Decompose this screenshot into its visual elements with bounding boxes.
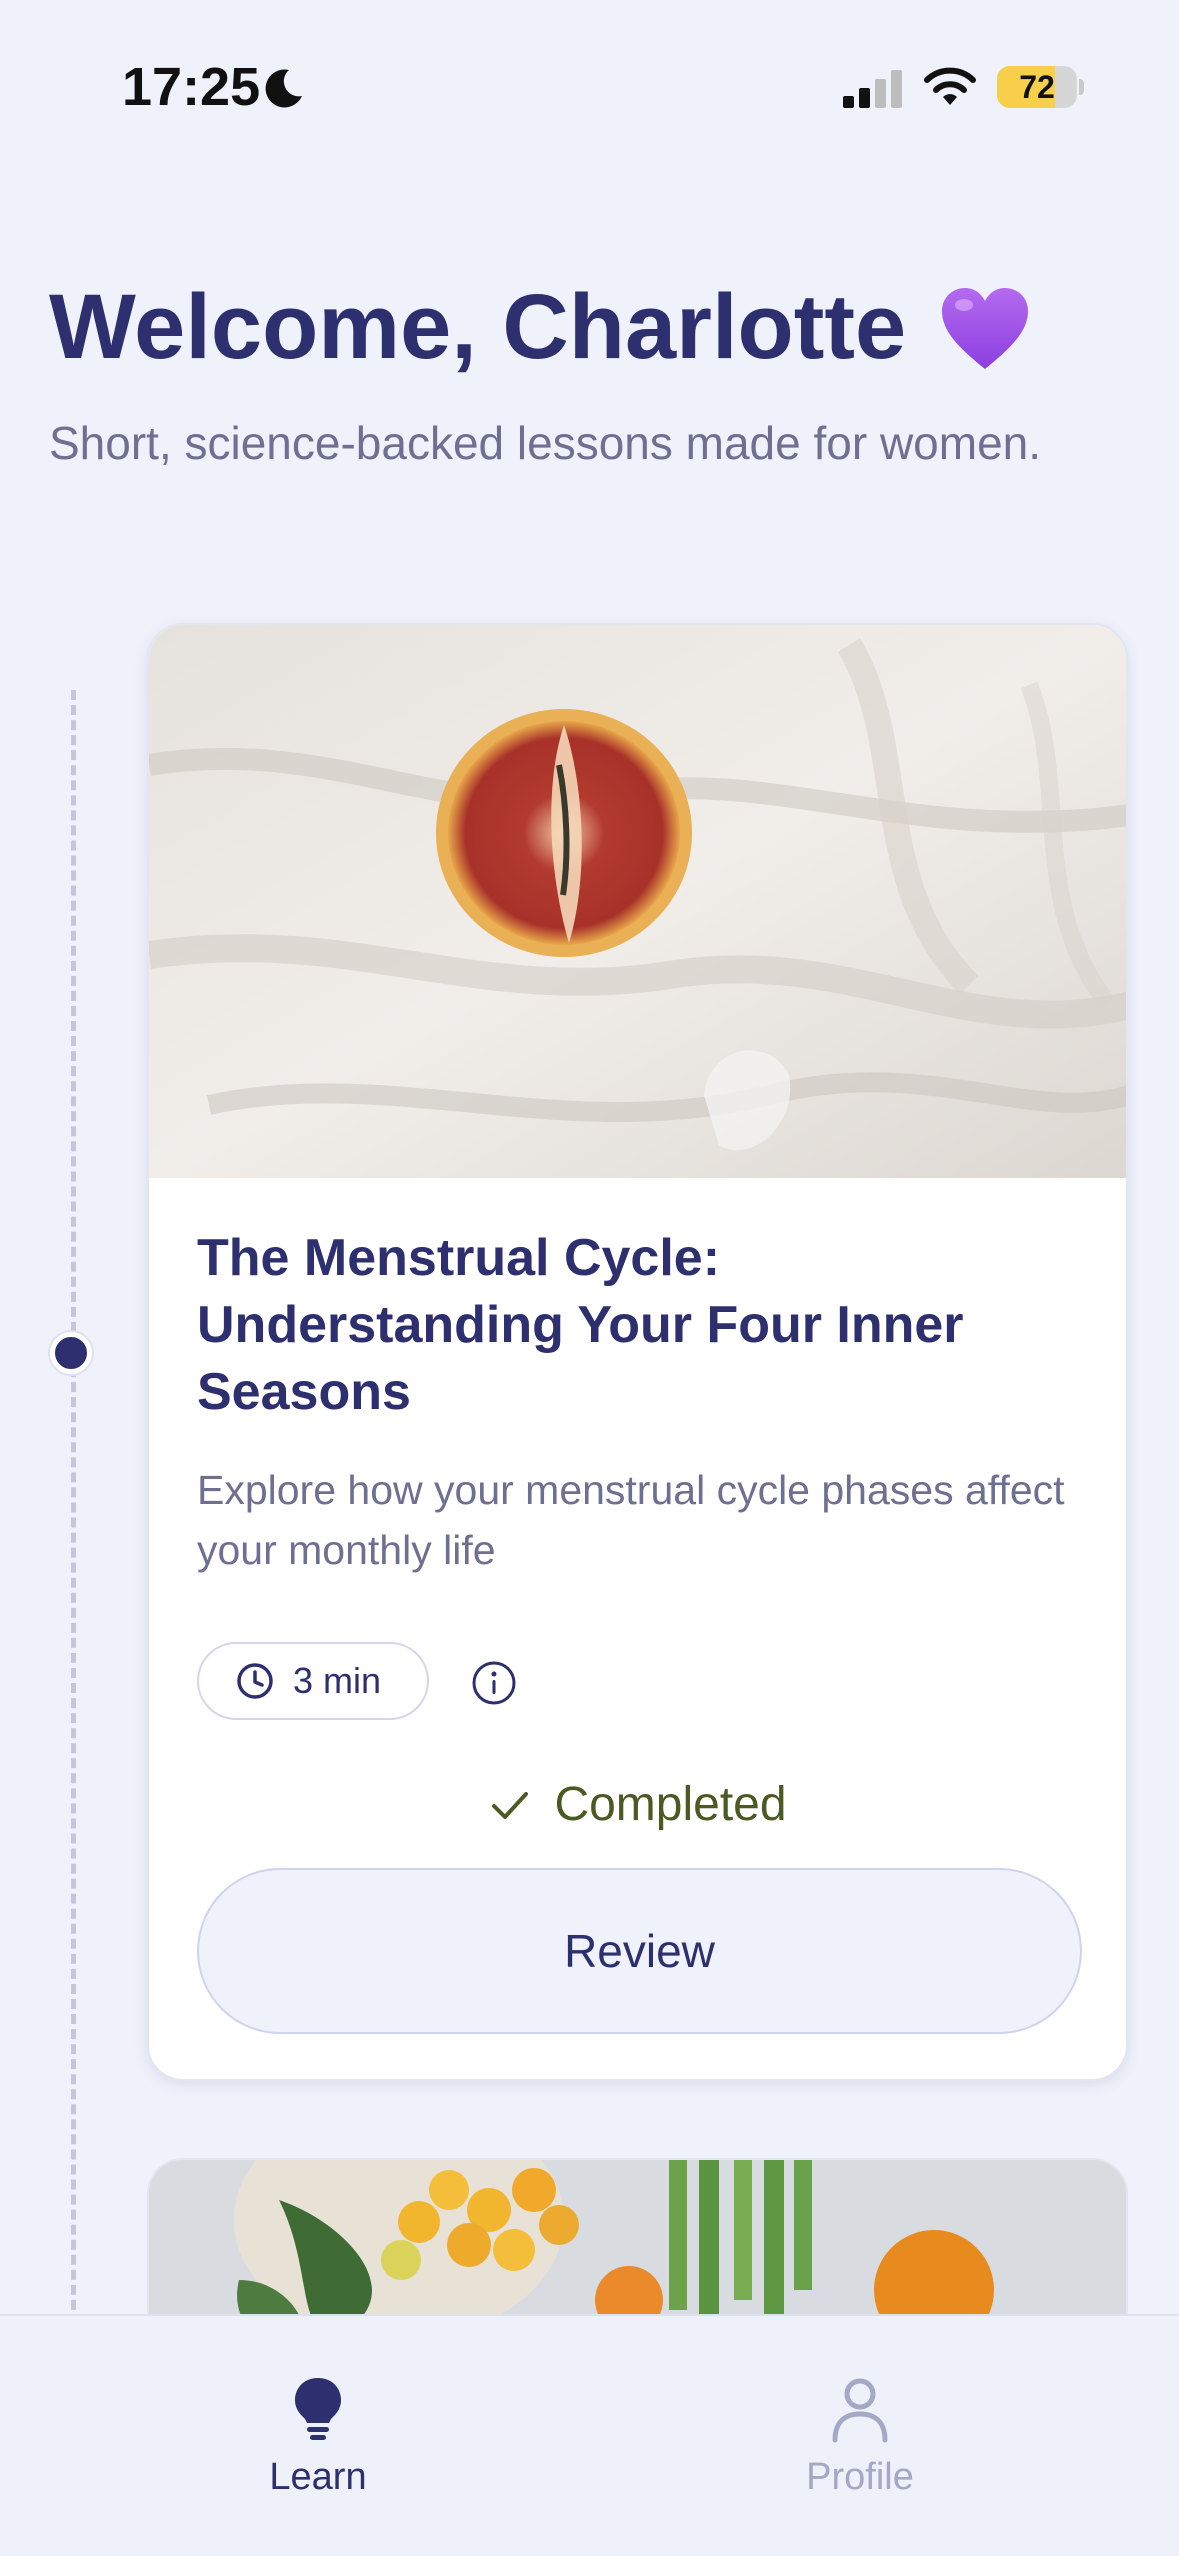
person-icon <box>832 2378 888 2443</box>
duration-label: 3 min <box>293 1660 382 1701</box>
timeline-line <box>71 690 76 2340</box>
battery-label: 72 <box>1019 68 1055 105</box>
lesson-card[interactable]: The Menstrual Cycle: Understanding Your … <box>147 623 1128 2081</box>
battery-icon: 72 <box>997 66 1077 108</box>
page-title: Welcome, Charlotte <box>49 276 907 378</box>
duration-chip: 3 min <box>197 1642 429 1720</box>
clock-icon <box>237 1663 273 1699</box>
status-bar: 17:25 72 <box>0 0 1179 175</box>
battery-cap <box>1079 79 1084 95</box>
lesson-image <box>149 625 1126 1178</box>
tab-label: Profile <box>806 2456 914 2498</box>
info-icon[interactable] <box>471 1660 517 1706</box>
moon-icon <box>265 69 302 108</box>
purple-heart-icon <box>942 288 1028 369</box>
tab-learn[interactable]: Learn <box>168 2316 468 2516</box>
completed-status: Completed <box>149 1777 1126 1832</box>
page-subtitle: Short, science-backed lessons made for w… <box>49 417 1042 469</box>
check-icon <box>492 1791 529 1819</box>
app-screen: 17:25 72 Welcome, Charlotte Short, scien… <box>0 0 1179 2556</box>
tab-profile[interactable]: Profile <box>710 2316 1010 2516</box>
completed-label: Completed <box>554 1778 787 1831</box>
lesson-description: Explore how your menstrual cycle phases … <box>197 1467 1065 1573</box>
timeline-dot <box>50 1332 92 1374</box>
lesson-title: The Menstrual Cycle: Understanding Your … <box>197 1229 964 1421</box>
review-button[interactable]: Review <box>197 1868 1082 2034</box>
tab-bar: Learn Profile <box>0 2314 1179 2556</box>
status-time: 17:25 <box>122 57 261 117</box>
wifi-icon <box>924 67 976 105</box>
signal-icon <box>843 70 902 108</box>
lightbulb-icon <box>295 2378 341 2440</box>
tab-label: Learn <box>269 2456 367 2498</box>
